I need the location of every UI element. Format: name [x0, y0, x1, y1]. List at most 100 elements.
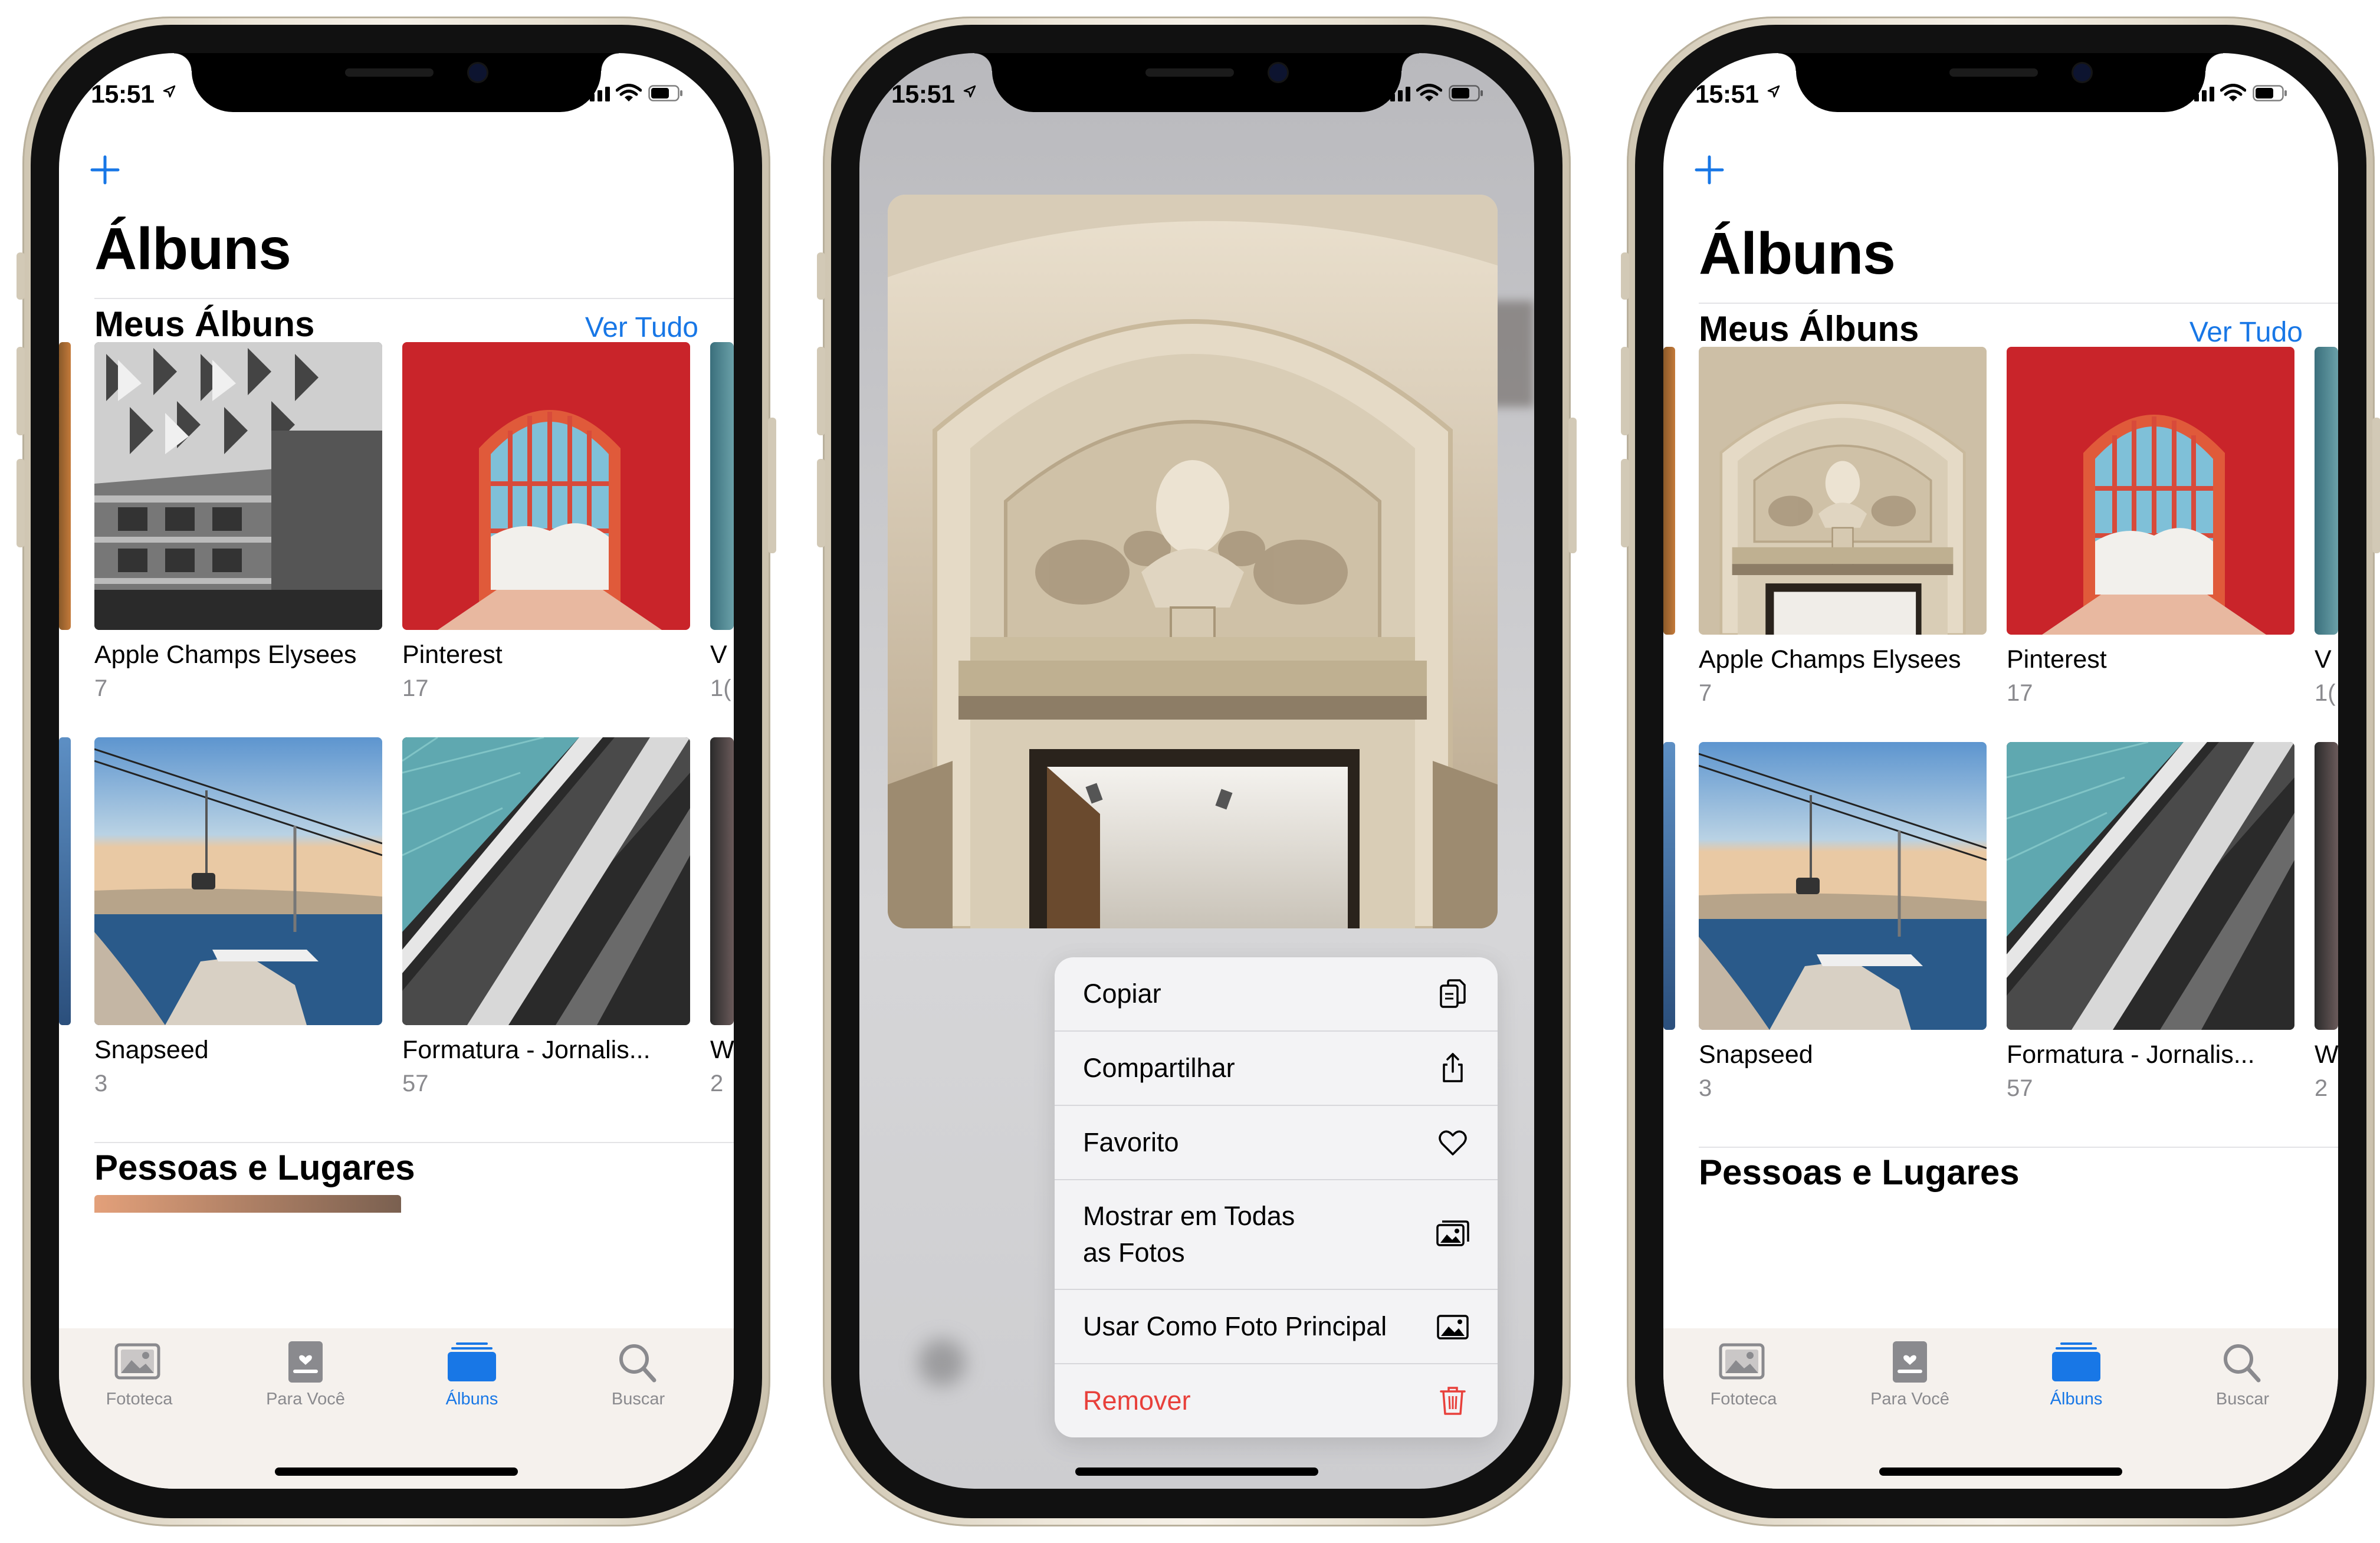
wifi-icon — [616, 84, 642, 101]
album-peek-left[interactable] — [59, 342, 71, 630]
menu-item-label: Compartilhar — [1083, 1053, 1235, 1083]
album-card[interactable]: Formatura - Jornalis... 57 — [402, 737, 690, 1097]
album-name: Apple Champs Elysees — [94, 641, 357, 669]
album-name: W — [710, 1036, 734, 1064]
album-name: Pinterest — [402, 641, 503, 669]
album-card[interactable]: Pinterest 17 — [402, 342, 690, 702]
tab-label: Buscar — [2215, 1390, 2270, 1409]
home-indicator[interactable] — [1075, 1468, 1318, 1476]
menu-item-label: Mostrar em Todas as Fotos — [1083, 1198, 1295, 1271]
signal-icon — [1383, 87, 1410, 101]
album-card[interactable]: Snapseed 3 — [1699, 742, 1987, 1102]
album-card-peek[interactable]: W 2 — [710, 737, 734, 1097]
album-thumbnail — [2315, 742, 2338, 1030]
add-album-button[interactable] — [88, 153, 122, 186]
menu-item-label: Usar Como Foto Principal — [1083, 1311, 1387, 1341]
signal-icon — [2187, 87, 2214, 101]
section-title-my-albums: Meus Álbuns — [1699, 309, 1919, 349]
wifi-icon — [2220, 84, 2246, 101]
home-indicator[interactable] — [275, 1468, 518, 1476]
album-preview-photo[interactable] — [888, 195, 1498, 928]
menu-item-favorite[interactable]: Favorito — [1055, 1106, 1498, 1180]
see-all-link[interactable]: Ver Tudo — [585, 311, 698, 344]
tab-bar: Fototeca Para Você Álbuns Buscar — [59, 1328, 734, 1489]
album-count: 17 — [402, 675, 429, 701]
wifi-icon — [1416, 84, 1442, 101]
phone-albums-left: 15:51 Álbuns Meus Álbuns Ver Tudo Apple … — [17, 17, 776, 1526]
status-bar: 15:51 — [859, 53, 1534, 124]
album-count: 7 — [1699, 680, 1712, 706]
tab-library[interactable]: Fototeca — [1685, 1341, 1803, 1409]
section-title-people-places: Pessoas e Lugares — [94, 1148, 415, 1187]
tab-label: Para Você — [266, 1390, 345, 1409]
menu-item-remove[interactable]: Remover — [1055, 1364, 1498, 1437]
add-album-button[interactable] — [1693, 153, 1726, 186]
tab-albums[interactable]: Álbuns — [413, 1341, 531, 1409]
section-title-my-albums: Meus Álbuns — [94, 304, 315, 344]
tab-library[interactable]: Fototeca — [80, 1341, 198, 1409]
album-count: 2 — [2315, 1075, 2328, 1101]
albums-icon — [448, 1342, 496, 1381]
tab-label: Álbuns — [445, 1390, 498, 1409]
menu-item-use-as-key-photo[interactable]: Usar Como Foto Principal — [1055, 1290, 1498, 1364]
section-title-people-places: Pessoas e Lugares — [1699, 1153, 2020, 1192]
album-name: V — [2315, 645, 2332, 674]
tab-label: Fototeca — [106, 1390, 173, 1409]
album-peek-left[interactable] — [59, 737, 71, 1025]
home-indicator[interactable] — [1879, 1468, 2122, 1476]
tab-bar: Fototeca Para Você Álbuns Buscar — [1663, 1328, 2338, 1489]
album-thumbnail — [1699, 347, 1987, 635]
page-title: Álbuns — [1699, 221, 1896, 287]
screen: 15:51 Álbuns Meus Álbuns Ver Tudo Apple … — [1663, 53, 2338, 1489]
location-icon — [963, 85, 976, 98]
location-icon — [1767, 85, 1780, 98]
divider — [94, 298, 734, 299]
for-you-icon — [288, 1341, 323, 1383]
menu-item-label-line2: as Fotos — [1083, 1237, 1185, 1268]
menu-item-label: Favorito — [1083, 1127, 1179, 1157]
battery-icon — [2253, 85, 2287, 101]
album-card-peek[interactable]: V 1( — [710, 342, 734, 702]
album-card-peek[interactable]: V 1( — [2315, 347, 2338, 707]
for-you-icon — [1893, 1341, 1927, 1383]
photo-library-icon — [1719, 1343, 1765, 1380]
album-name: Apple Champs Elysees — [1699, 645, 1961, 674]
album-count: 1( — [2315, 680, 2336, 706]
tab-search[interactable]: Buscar — [579, 1341, 697, 1409]
menu-item-copy[interactable]: Copiar — [1055, 957, 1498, 1032]
albums-icon — [2052, 1342, 2100, 1381]
album-thumbnail — [1699, 742, 1987, 1030]
album-card[interactable]: Snapseed 3 — [94, 737, 382, 1097]
tab-label: Buscar — [611, 1390, 665, 1409]
trash-icon — [1440, 1387, 1466, 1415]
album-card[interactable]: Formatura - Jornalis... 57 — [2007, 742, 2294, 1102]
copy-icon — [1440, 979, 1466, 1008]
status-bar: 15:51 — [1663, 53, 2338, 124]
divider — [1699, 1147, 2338, 1148]
context-menu: Copiar Compartilhar Favorito Mostrar em … — [1055, 957, 1498, 1437]
album-peek-left[interactable] — [1663, 347, 1675, 635]
menu-item-show-in-all-photos[interactable]: Mostrar em Todas as Fotos — [1055, 1180, 1498, 1290]
screen: 15:51 Álbuns Meus Álbuns Ver Tudo Apple … — [59, 53, 734, 1489]
menu-item-share[interactable]: Compartilhar — [1055, 1032, 1498, 1106]
tab-for-you[interactable]: Para Você — [1851, 1341, 1969, 1409]
album-peek-left[interactable] — [1663, 742, 1675, 1030]
album-thumbnail — [710, 737, 734, 1025]
tab-albums[interactable]: Álbuns — [2017, 1341, 2135, 1409]
see-all-link[interactable]: Ver Tudo — [2189, 316, 2303, 349]
album-name: Snapseed — [1699, 1040, 1813, 1069]
album-thumbnail — [94, 342, 382, 630]
location-icon — [163, 85, 176, 98]
album-card-peek[interactable]: W 2 — [2315, 742, 2338, 1102]
tab-for-you[interactable]: Para Você — [247, 1341, 365, 1409]
people-thumbnail-strip[interactable] — [94, 1195, 401, 1213]
album-card[interactable]: Apple Champs Elysees 7 — [1699, 347, 1987, 707]
album-thumbnail — [710, 342, 734, 630]
phone-context-menu: 15:51 Copiar Compartilhar Favorito Mostr… — [817, 17, 1577, 1526]
album-count: 1( — [710, 675, 731, 701]
album-card[interactable]: Apple Champs Elysees 7 — [94, 342, 382, 702]
phone-albums-right: 15:51 Álbuns Meus Álbuns Ver Tudo Apple … — [1621, 17, 2380, 1526]
album-card[interactable]: Pinterest 17 — [2007, 347, 2294, 707]
status-time: 15:51 — [1695, 80, 1759, 109]
tab-search[interactable]: Buscar — [2184, 1341, 2302, 1409]
